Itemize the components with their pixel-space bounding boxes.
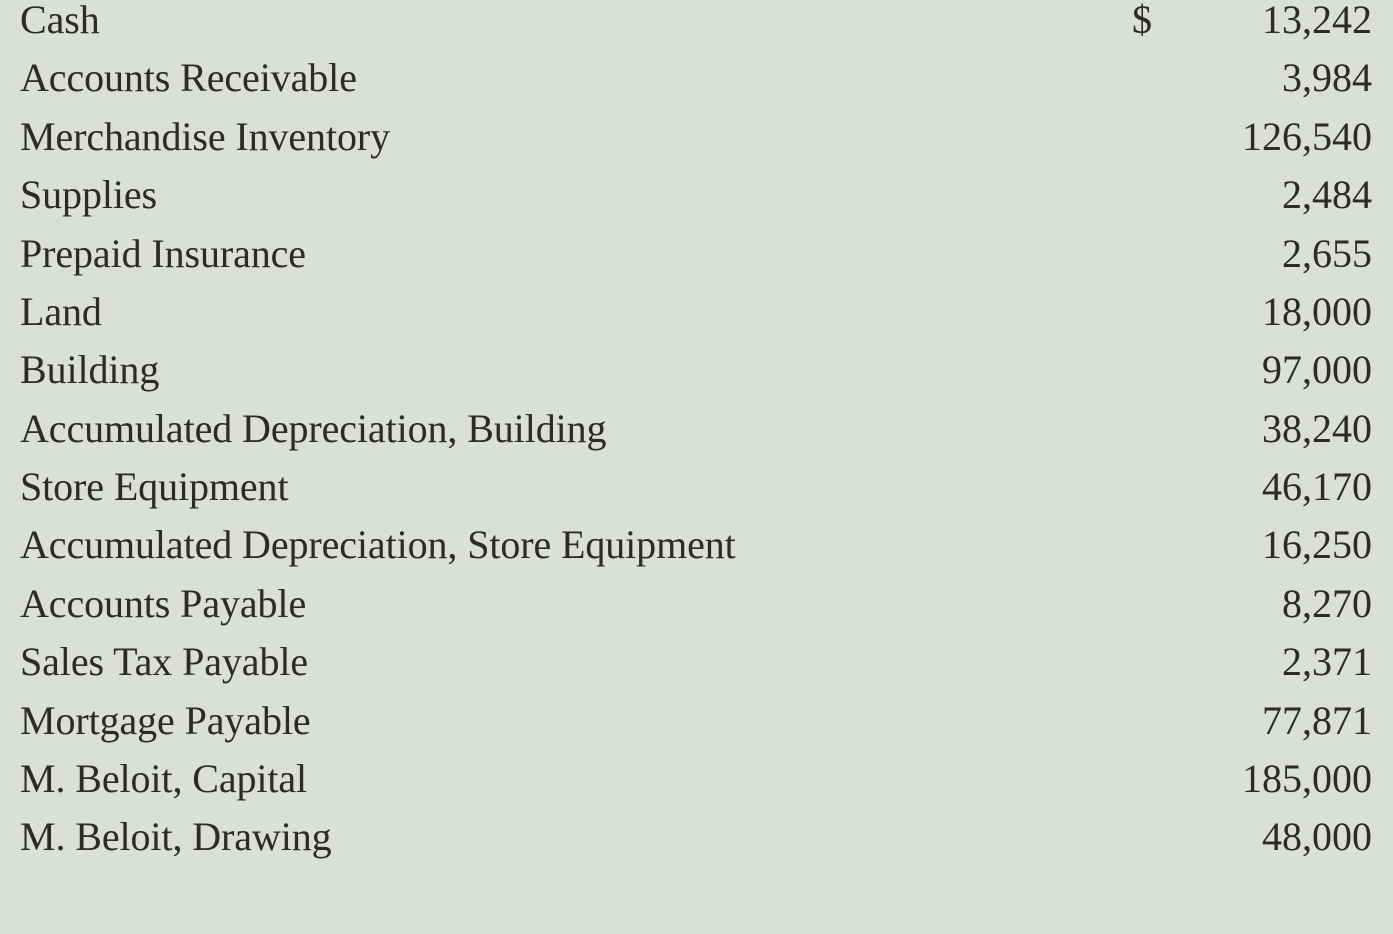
account-name: Sales Tax Payable <box>20 639 309 685</box>
account-row: Accounts Payable 8,270 <box>20 580 1372 642</box>
account-name: M. Beloit, Drawing <box>20 814 332 860</box>
account-name: Merchandise Inventory <box>20 113 390 159</box>
account-name: Store Equipment <box>20 464 289 509</box>
account-row: Land 18,000 <box>20 288 1372 350</box>
account-amount-group: 185,000 <box>1132 755 1372 801</box>
account-name: Accumulated Depreciation, Building <box>20 405 607 451</box>
account-name: Mortgage Payable <box>20 697 311 743</box>
account-row: Accumulated Depreciation, Building 38,240 <box>20 405 1372 467</box>
account-amount: 48,000 <box>1262 814 1372 860</box>
account-amount-group: 8,270 <box>1132 580 1372 626</box>
account-name: Accumulated Depreciation, Store Equipmen… <box>20 522 736 568</box>
account-name: M. Beloit, Capital <box>20 755 308 801</box>
account-amount-group: 16,250 <box>1132 525 1372 565</box>
account-balance-listing: Cash $13,242 Accounts Receivable 3,984 Merch… <box>0 0 1393 934</box>
account-amount-group: 97,000 <box>1132 350 1372 390</box>
account-row: Sales Tax Payable 2,371 <box>20 642 1372 700</box>
account-amount: 2,484 <box>1282 172 1372 218</box>
account-amount: 8,270 <box>1282 580 1372 626</box>
account-amount: 77,871 <box>1262 697 1372 743</box>
account-amount-group: 126,540 <box>1132 113 1372 159</box>
account-name: Prepaid Insurance <box>20 230 306 276</box>
account-row: Accounts Receivable 3,984 <box>20 58 1372 116</box>
account-amount-group: 46,170 <box>1132 467 1372 507</box>
account-row: M. Beloit, Drawing 48,000 <box>20 817 1372 875</box>
account-amount: 185,000 <box>1242 755 1372 801</box>
account-amount: 97,000 <box>1262 347 1372 393</box>
account-amount: 2,655 <box>1282 230 1372 276</box>
account-name: Cash <box>20 0 100 42</box>
account-amount: 2,371 <box>1282 639 1372 685</box>
account-amount: 16,250 <box>1262 522 1372 568</box>
account-name: Supplies <box>20 172 157 218</box>
account-amount-group: $13,242 <box>1132 0 1372 40</box>
account-row: M. Beloit, Capital 185,000 <box>20 755 1372 817</box>
account-row: Supplies 2,484 <box>20 175 1372 233</box>
account-amount: 3,984 <box>1282 55 1372 101</box>
account-amount: 38,240 <box>1262 405 1372 451</box>
account-amount-group: 38,240 <box>1132 405 1372 451</box>
account-amount: 46,170 <box>1262 464 1372 509</box>
account-amount-group: 2,371 <box>1132 642 1372 682</box>
account-amount: 13,242 <box>1262 0 1372 42</box>
account-name: Accounts Receivable <box>20 55 357 101</box>
account-amount-group: 48,000 <box>1132 817 1372 857</box>
account-row: Mortgage Payable 77,871 <box>20 697 1372 759</box>
account-amount-group: 3,984 <box>1132 58 1372 98</box>
account-row: Building 97,000 <box>20 350 1372 408</box>
account-amount: 126,540 <box>1242 113 1372 159</box>
account-row: Store Equipment 46,170 <box>20 467 1372 525</box>
account-name: Accounts Payable <box>20 580 307 626</box>
account-row: Cash $13,242 <box>20 0 1372 58</box>
currency-symbol: $ <box>1132 0 1152 42</box>
account-amount: 18,000 <box>1262 288 1372 334</box>
account-name: Building <box>20 347 160 393</box>
account-row: Prepaid Insurance 2,655 <box>20 230 1372 292</box>
account-amount-group: 77,871 <box>1132 697 1372 743</box>
account-amount-group: 2,484 <box>1132 175 1372 215</box>
account-name: Land <box>20 288 102 334</box>
account-amount-group: 2,655 <box>1132 230 1372 276</box>
account-row: Accumulated Depreciation, Store Equipmen… <box>20 525 1372 583</box>
account-amount-group: 18,000 <box>1132 288 1372 334</box>
account-row: Merchandise Inventory 126,540 <box>20 113 1372 175</box>
